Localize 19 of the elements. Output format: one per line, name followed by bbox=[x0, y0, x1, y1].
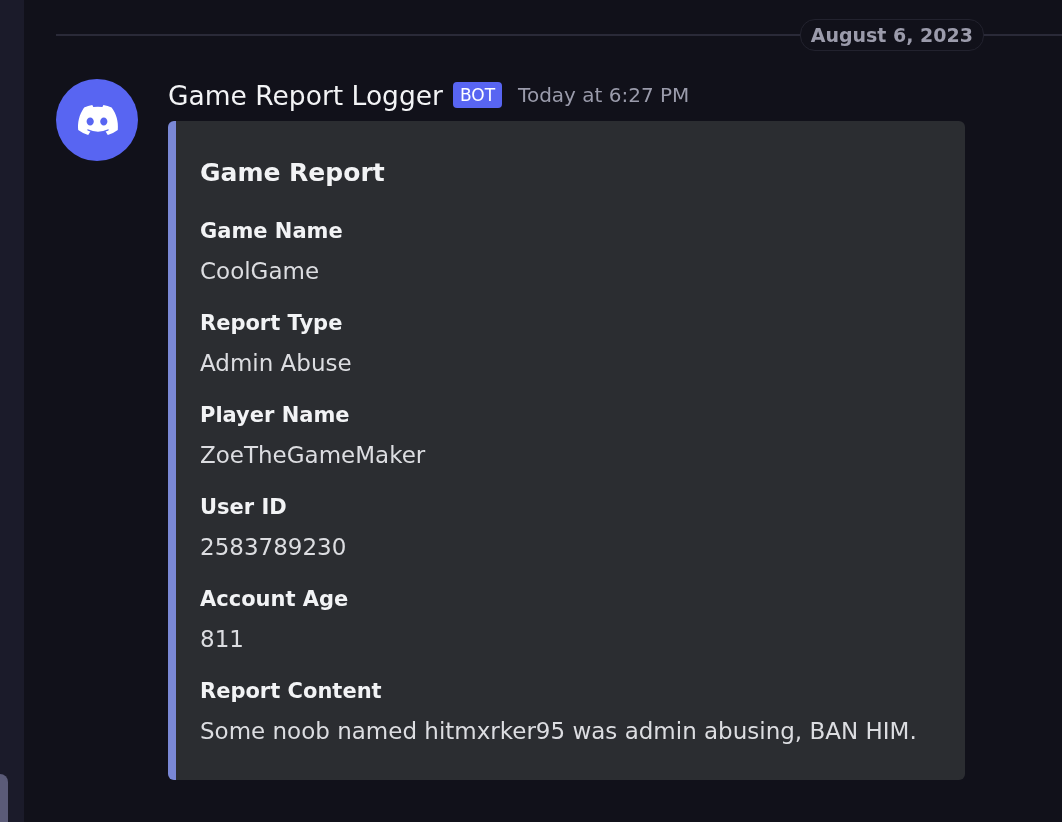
message-timestamp: Today at 6:27 PM bbox=[518, 83, 690, 107]
field-value: CoolGame bbox=[200, 257, 320, 286]
avatar-controller-icon bbox=[56, 79, 138, 161]
bot-tag: BOT bbox=[452, 82, 503, 108]
field-name: Player Name bbox=[200, 402, 350, 429]
field-value: Admin Abuse bbox=[200, 349, 352, 378]
sidebar-item-edge bbox=[0, 774, 8, 822]
field-name: Report Content bbox=[200, 678, 382, 705]
embed-title: Game Report bbox=[200, 157, 386, 189]
field-value: ZoeTheGameMaker bbox=[200, 441, 426, 470]
field-name: Account Age bbox=[200, 586, 349, 613]
date-divider-label: August 6, 2023 bbox=[799, 19, 984, 51]
author-name[interactable]: Game Report Logger bbox=[168, 79, 443, 111]
field-value: 2583789230 bbox=[200, 533, 347, 562]
field-name: Game Name bbox=[200, 218, 343, 245]
field-name: User ID bbox=[200, 494, 287, 521]
field-value: 811 bbox=[200, 625, 244, 654]
field-value: Some noob named hitmxrker95 was admin abusing, BAN HIM. bbox=[200, 717, 917, 746]
field-name: Report Type bbox=[200, 310, 343, 337]
